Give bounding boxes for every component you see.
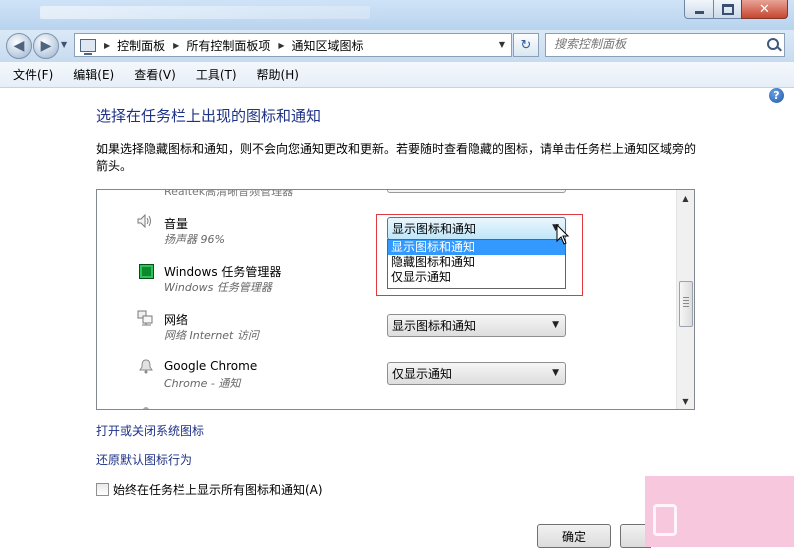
- clipped-row-icon: [143, 407, 149, 409]
- computer-icon: [80, 38, 96, 55]
- row-title: 音量: [164, 217, 189, 231]
- recent-pages-dropdown-icon[interactable]: ▼: [61, 40, 67, 49]
- search-box[interactable]: [545, 33, 785, 57]
- selected-value: 显示图标和通知: [392, 319, 477, 333]
- help-icon[interactable]: ?: [769, 88, 784, 103]
- back-arrow-icon: ◀: [13, 38, 25, 54]
- network-icon: [137, 310, 153, 326]
- close-button[interactable]: ✕: [741, 0, 788, 19]
- watermark-overlay: [645, 476, 794, 547]
- breadcrumb-separator-icon[interactable]: ▶: [278, 41, 284, 50]
- notification-icons-list[interactable]: Realtek高清晰音频管理器 音量 扬声器 96% 显示图标和通知 ▼ Win…: [96, 189, 695, 410]
- always-show-checkbox[interactable]: [96, 483, 109, 496]
- chevron-down-icon: ▼: [552, 368, 559, 378]
- maximize-button[interactable]: [713, 0, 742, 19]
- blurred-title: [40, 6, 370, 19]
- speaker-icon: [137, 214, 151, 228]
- scroll-down-icon[interactable]: ▼: [677, 393, 694, 409]
- scrollbar-thumb[interactable]: [679, 281, 693, 327]
- back-button[interactable]: ◀: [6, 33, 32, 59]
- scroll-up-icon[interactable]: ▲: [677, 190, 694, 206]
- breadcrumb-all-items[interactable]: 所有控制面板项: [186, 37, 270, 54]
- dropdown-option[interactable]: 隐藏图标和通知: [388, 255, 565, 270]
- address-bar[interactable]: ▶ 控制面板 ▶ 所有控制面板项 ▶ 通知区域图标 ▼: [74, 33, 512, 57]
- dropdown-option[interactable]: 仅显示通知: [388, 270, 565, 285]
- search-icon[interactable]: [767, 38, 779, 50]
- title-bar: ✕: [0, 0, 794, 30]
- menu-help[interactable]: 帮助(H): [250, 66, 306, 83]
- network-behavior-select[interactable]: 显示图标和通知 ▼: [387, 314, 566, 337]
- menu-bar: 文件(F) 编辑(E) 查看(V) 工具(T) 帮助(H): [0, 62, 794, 88]
- menu-edit[interactable]: 编辑(E): [66, 66, 121, 83]
- maximize-icon: [721, 3, 734, 15]
- page-description: 如果选择隐藏图标和通知，则不会向您通知更改和更新。若要随时查看隐藏的图标，请单击…: [96, 142, 697, 173]
- clipped-behavior-select[interactable]: [387, 190, 566, 193]
- clipped-row-title: Realtek高清晰音频管理器: [164, 189, 294, 198]
- row-title: 网络: [164, 313, 189, 327]
- breadcrumb-separator-icon[interactable]: ▶: [173, 41, 179, 50]
- forward-arrow-icon: ▶: [40, 38, 52, 54]
- chrome-behavior-select[interactable]: 仅显示通知 ▼: [387, 362, 566, 385]
- search-input[interactable]: [546, 34, 762, 54]
- row-title: Google Chrome: [164, 359, 258, 373]
- page-title: 选择在任务栏上出现的图标和通知: [96, 107, 322, 125]
- menu-file[interactable]: 文件(F): [6, 66, 60, 83]
- mouse-cursor-icon: [556, 224, 570, 245]
- watermark-logo: [653, 504, 677, 536]
- address-dropdown-icon[interactable]: ▼: [499, 40, 505, 49]
- breadcrumb-control-panel[interactable]: 控制面板: [117, 37, 165, 54]
- list-scrollbar[interactable]: ▲ ▼: [676, 190, 694, 409]
- ok-button[interactable]: 确定: [537, 524, 611, 548]
- breadcrumb-notification-icons[interactable]: 通知区域图标: [292, 37, 364, 54]
- minimize-icon: [694, 10, 704, 14]
- breadcrumb-separator-icon[interactable]: ▶: [104, 41, 110, 50]
- refresh-icon: ↻: [520, 37, 532, 53]
- always-show-label[interactable]: 始终在任务栏上显示所有图标和通知(A): [113, 481, 323, 498]
- behavior-dropdown-list[interactable]: 显示图标和通知 隐藏图标和通知 仅显示通知: [387, 239, 566, 289]
- row-subtitle: Chrome - 通知: [164, 377, 241, 390]
- minimize-button[interactable]: [684, 0, 714, 19]
- row-title: Windows 任务管理器: [164, 265, 282, 279]
- chevron-down-icon: ▼: [552, 320, 559, 330]
- close-icon: ✕: [759, 1, 770, 17]
- refresh-button[interactable]: ↻: [513, 33, 539, 57]
- navigation-bar: ◀ ▶ ▼ ▶ 控制面板 ▶ 所有控制面板项 ▶ 通知区域图标 ▼ ↻: [0, 30, 794, 62]
- system-icons-link[interactable]: 打开或关闭系统图标: [96, 422, 204, 439]
- row-subtitle: 扬声器 96%: [164, 233, 225, 246]
- restore-defaults-link[interactable]: 还原默认图标行为: [96, 451, 192, 468]
- menu-view[interactable]: 查看(V): [127, 66, 183, 83]
- selected-value: 仅显示通知: [392, 367, 453, 381]
- task-manager-icon: [139, 264, 154, 279]
- bell-icon: [139, 359, 153, 374]
- row-subtitle: 网络 Internet 访问: [164, 329, 259, 342]
- forward-button[interactable]: ▶: [33, 33, 59, 59]
- menu-tools[interactable]: 工具(T): [189, 66, 244, 83]
- row-subtitle: Windows 任务管理器: [164, 281, 272, 294]
- always-show-option[interactable]: 始终在任务栏上显示所有图标和通知(A): [96, 481, 323, 498]
- dropdown-option[interactable]: 显示图标和通知: [388, 240, 565, 255]
